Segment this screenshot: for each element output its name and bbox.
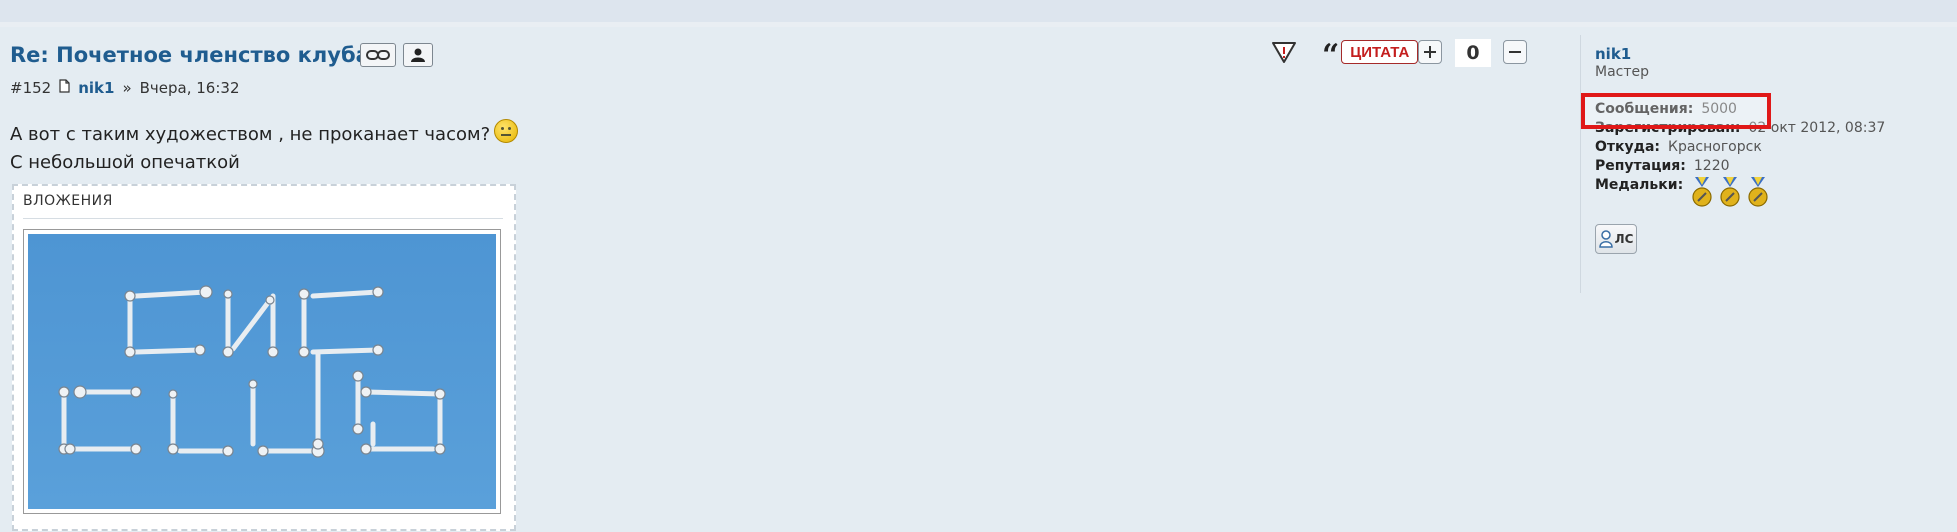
smiley-icon: [494, 119, 519, 143]
reputation-label: Репутация:: [1595, 158, 1686, 174]
permalink-icon[interactable]: [360, 43, 396, 67]
meta-separator: »: [122, 79, 132, 97]
post-author-link[interactable]: nik1: [78, 79, 114, 97]
medal-icon[interactable]: [1747, 177, 1769, 209]
profile-from: Откуда: Красногорск: [1595, 139, 1762, 155]
attachments-box: ВЛОЖЕНИЯ: [12, 184, 516, 531]
post-number[interactable]: #152: [10, 79, 51, 97]
report-button[interactable]: [1270, 40, 1298, 64]
divider: [23, 218, 503, 219]
reputation-value[interactable]: 1220: [1694, 158, 1730, 174]
vote-up-button[interactable]: [1418, 40, 1442, 64]
profile-reputation: Репутация: 1220: [1595, 158, 1730, 174]
attachments-heading: ВЛОЖЕНИЯ: [23, 193, 113, 209]
quote-icon: “: [1322, 38, 1340, 73]
post-body-line: С небольшой опечаткой: [10, 152, 240, 173]
private-message-button[interactable]: ЛС: [1595, 224, 1637, 254]
private-message-label: ЛС: [1614, 232, 1634, 246]
warning-icon: [1272, 42, 1296, 63]
medals-label: Медальки:: [1595, 177, 1684, 193]
user-profile-icon[interactable]: [403, 43, 433, 67]
vote-count: 0: [1455, 39, 1491, 67]
sidebar-divider: [1580, 35, 1581, 293]
post-date: Вчера, 16:32: [139, 79, 240, 97]
minus-icon: [1509, 51, 1521, 53]
top-bar: [0, 0, 1957, 22]
attachment-image[interactable]: [23, 229, 501, 514]
from-label: Откуда:: [1595, 139, 1660, 155]
vote-down-button[interactable]: [1503, 40, 1527, 64]
from-value: Красногорск: [1668, 139, 1762, 155]
quote-button[interactable]: “ ЦИТАТА: [1322, 38, 1419, 73]
profile-medals: Медальки:: [1595, 177, 1775, 213]
profile-rank: Мастер: [1595, 64, 1650, 80]
profile-username[interactable]: nik1: [1595, 45, 1631, 63]
user-icon: [1598, 230, 1613, 248]
medals-list: [1691, 177, 1775, 213]
medal-icon[interactable]: [1719, 177, 1741, 209]
medal-icon[interactable]: [1691, 177, 1713, 209]
forum-post: Re: Почетное членство клуба #152 nik1 » …: [0, 27, 1957, 532]
plus-icon: [1424, 46, 1436, 58]
post-title[interactable]: Re: Почетное членство клуба: [10, 43, 370, 67]
document-icon: [59, 79, 70, 97]
post-body-line: А вот с таким художеством , не проканает…: [10, 124, 491, 145]
quote-button-label: ЦИТАТА: [1341, 40, 1419, 64]
highlight-box: [1581, 93, 1771, 129]
post-body: А вот с таким художеством , не проканает…: [10, 119, 519, 177]
post-meta: #152 nik1 » Вчера, 16:32: [10, 79, 239, 97]
